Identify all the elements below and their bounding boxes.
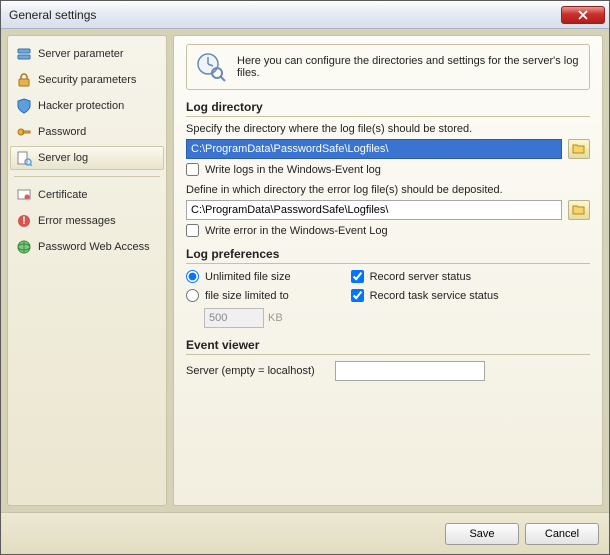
sidebar: Server parameter Security parameters Hac… bbox=[7, 35, 167, 506]
sidebar-item-label: Error messages bbox=[38, 215, 116, 227]
error-log-dir-input[interactable] bbox=[186, 200, 562, 220]
save-button[interactable]: Save bbox=[445, 523, 519, 545]
sidebar-item-server-parameter[interactable]: Server parameter bbox=[10, 42, 164, 66]
folder-icon bbox=[572, 204, 586, 216]
sidebar-item-password-web-access[interactable]: Password Web Access bbox=[10, 235, 164, 259]
sidebar-item-error-messages[interactable]: ! Error messages bbox=[10, 209, 164, 233]
size-limit-input[interactable] bbox=[204, 308, 264, 328]
shield-icon bbox=[16, 98, 32, 114]
error-icon: ! bbox=[16, 213, 32, 229]
key-icon bbox=[16, 124, 32, 140]
event-server-input[interactable] bbox=[335, 361, 485, 381]
limited-size-radio[interactable] bbox=[186, 289, 199, 302]
info-banner: Here you can configure the directories a… bbox=[186, 44, 590, 90]
record-server-status-label: Record server status bbox=[370, 271, 471, 283]
write-logs-event-label: Write logs in the Windows-Event log bbox=[205, 164, 381, 176]
section-heading-log-preferences: Log preferences bbox=[186, 247, 590, 264]
sidebar-item-server-log[interactable]: Server log bbox=[10, 146, 164, 170]
sidebar-item-label: Password bbox=[38, 126, 86, 138]
unlimited-size-label: Unlimited file size bbox=[205, 271, 291, 283]
size-limit-unit: KB bbox=[268, 312, 283, 324]
folder-icon bbox=[572, 143, 586, 155]
sidebar-item-label: Security parameters bbox=[38, 74, 136, 86]
write-error-event-checkbox[interactable] bbox=[186, 224, 199, 237]
record-server-status-checkbox[interactable] bbox=[351, 270, 364, 283]
sidebar-item-hacker-protection[interactable]: Hacker protection bbox=[10, 94, 164, 118]
sidebar-separator bbox=[14, 176, 160, 177]
err-dir-hint: Define in which directory the error log … bbox=[186, 184, 590, 196]
sidebar-item-label: Certificate bbox=[38, 189, 88, 201]
globe-icon bbox=[16, 239, 32, 255]
close-icon bbox=[578, 10, 588, 20]
event-server-label: Server (empty = localhost) bbox=[186, 365, 315, 377]
log-icon bbox=[16, 150, 32, 166]
write-logs-event-checkbox[interactable] bbox=[186, 163, 199, 176]
server-icon bbox=[16, 46, 32, 62]
section-heading-event-viewer: Event viewer bbox=[186, 338, 590, 355]
lock-icon bbox=[16, 72, 32, 88]
body: Server parameter Security parameters Hac… bbox=[1, 29, 609, 512]
sidebar-item-password[interactable]: Password bbox=[10, 120, 164, 144]
window-title: General settings bbox=[9, 8, 561, 22]
unlimited-size-radio[interactable] bbox=[186, 270, 199, 283]
sidebar-item-label: Server parameter bbox=[38, 48, 124, 60]
clock-search-icon bbox=[195, 51, 227, 83]
browse-error-log-dir-button[interactable] bbox=[568, 200, 590, 220]
banner-text: Here you can configure the directories a… bbox=[237, 55, 581, 79]
record-task-status-checkbox[interactable] bbox=[351, 289, 364, 302]
record-task-status-label: Record task service status bbox=[370, 290, 499, 302]
log-dir-input[interactable] bbox=[186, 139, 562, 159]
sidebar-item-label: Server log bbox=[38, 152, 88, 164]
browse-log-dir-button[interactable] bbox=[568, 139, 590, 159]
sidebar-item-certificate[interactable]: Certificate bbox=[10, 183, 164, 207]
log-dir-hint: Specify the directory where the log file… bbox=[186, 123, 590, 135]
cancel-button[interactable]: Cancel bbox=[525, 523, 599, 545]
sidebar-item-label: Password Web Access bbox=[38, 241, 150, 253]
section-heading-log-directory: Log directory bbox=[186, 100, 590, 117]
window: General settings Server parameter Securi… bbox=[0, 0, 610, 555]
titlebar: General settings bbox=[1, 1, 609, 29]
write-error-event-label: Write error in the Windows-Event Log bbox=[205, 225, 388, 237]
limited-size-label: file size limited to bbox=[205, 290, 289, 302]
close-button[interactable] bbox=[561, 6, 605, 24]
footer: Save Cancel bbox=[1, 512, 609, 554]
content-panel: Here you can configure the directories a… bbox=[173, 35, 603, 506]
svg-text:!: ! bbox=[22, 215, 26, 227]
certificate-icon bbox=[16, 187, 32, 203]
sidebar-item-label: Hacker protection bbox=[38, 100, 124, 112]
sidebar-item-security-parameters[interactable]: Security parameters bbox=[10, 68, 164, 92]
